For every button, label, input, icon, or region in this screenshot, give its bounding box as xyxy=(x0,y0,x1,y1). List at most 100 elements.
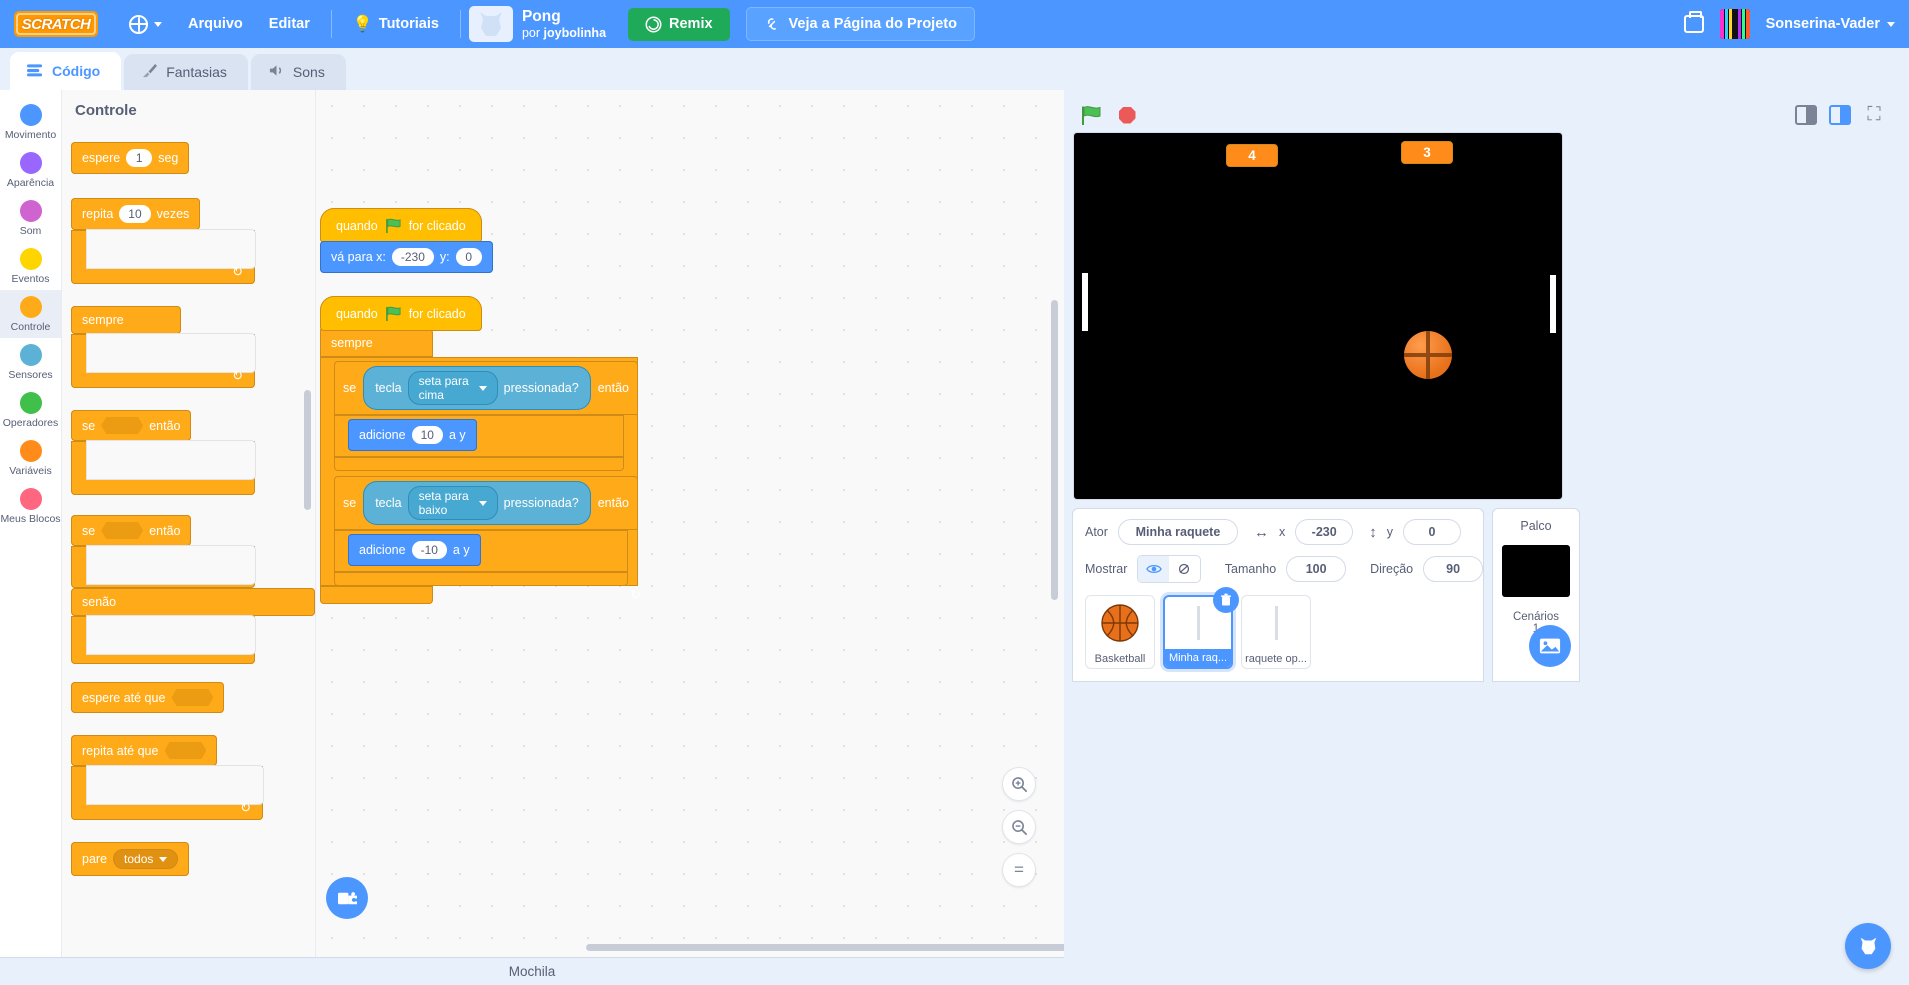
palette-block-repita[interactable]: repita 10 vezes ↻ xyxy=(71,198,315,284)
stage[interactable]: 4 3 xyxy=(1073,132,1563,500)
add-backdrop-button[interactable] xyxy=(1529,625,1571,667)
category-label: Movimento xyxy=(4,128,57,141)
tab-codigo[interactable]: Código xyxy=(10,52,122,90)
block-input-times[interactable]: 10 xyxy=(119,205,151,223)
category-sensores[interactable]: Sensores xyxy=(0,338,61,386)
stage-thumbnail[interactable] xyxy=(1502,545,1570,597)
remix-button[interactable]: Remix xyxy=(628,7,730,41)
menu-tutoriais[interactable]: 💡 Tutoriais xyxy=(340,8,452,40)
green-flag-button[interactable] xyxy=(1078,102,1104,128)
zoom-in-button[interactable] xyxy=(1002,767,1036,801)
sprite-tile-minha-raquete[interactable]: Minha raq... xyxy=(1163,587,1239,669)
boolean-slot[interactable] xyxy=(101,417,144,434)
sprite-y-input[interactable]: 0 xyxy=(1402,519,1461,545)
input-x[interactable]: -230 xyxy=(391,248,434,266)
block-label: pare xyxy=(82,852,108,866)
branch-down[interactable]: se tecla seta para baixo pressionada? en… xyxy=(334,476,638,586)
tab-fantasias[interactable]: Fantasias xyxy=(124,54,248,90)
category-variaveis[interactable]: Variáveis xyxy=(0,434,61,482)
add-extension-button[interactable] xyxy=(326,877,368,919)
folder-icon[interactable] xyxy=(1683,11,1704,33)
category-aparencia[interactable]: Aparência xyxy=(0,146,61,194)
category-dot xyxy=(19,151,42,174)
sensing-key-pressed-down[interactable]: tecla seta para baixo pressionada? xyxy=(363,481,591,525)
input-change-y-down[interactable]: -10 xyxy=(411,541,447,559)
paddle-left xyxy=(1082,273,1088,331)
boolean-slot[interactable] xyxy=(164,742,207,759)
zoom-reset-button[interactable]: = xyxy=(1002,853,1036,887)
input-change-y-up[interactable]: 10 xyxy=(411,426,443,444)
speaker-icon xyxy=(268,63,285,81)
block-head: repita até que xyxy=(71,735,218,766)
script-workspace[interactable]: quando for clicado vá para x: -230 y: 0 xyxy=(316,90,1064,957)
category-operadores[interactable]: Operadores xyxy=(0,386,61,434)
sprite-tile-raquete-oponente[interactable]: raquete op... xyxy=(1241,595,1311,669)
palette-block-espere-ate-que[interactable]: espere até que xyxy=(71,682,225,713)
palette-block-espere[interactable]: espere 1 seg xyxy=(71,142,190,174)
scratch-logo[interactable]: SCRATCH xyxy=(14,11,98,37)
stop-dropdown[interactable]: todos xyxy=(113,849,179,869)
block-forever-header[interactable]: sempre xyxy=(320,329,433,357)
if-header-down[interactable]: se tecla seta para baixo pressionada? en… xyxy=(334,476,638,530)
user-menu[interactable]: Sonserina-Vader xyxy=(1766,16,1895,32)
workspace-vertical-scrollbar[interactable] xyxy=(1051,300,1058,600)
language-selector[interactable] xyxy=(116,9,175,40)
sprite-name-input[interactable]: Minha raquete xyxy=(1117,519,1238,545)
avatar[interactable] xyxy=(1719,9,1750,39)
block-label: se xyxy=(82,418,96,433)
hat-block-when-flag-clicked[interactable]: quando for clicado xyxy=(320,208,482,243)
block-label: repita xyxy=(82,207,114,221)
boolean-slot[interactable] xyxy=(101,522,144,539)
category-movimento[interactable]: Movimento xyxy=(0,98,61,146)
menu-editar[interactable]: Editar xyxy=(256,10,323,38)
tab-sons[interactable]: Sons xyxy=(250,54,346,90)
stop-button[interactable] xyxy=(1114,102,1140,128)
palette-block-repita-ate-que[interactable]: repita até que ↻ xyxy=(71,735,315,820)
category-dot xyxy=(19,247,42,270)
block-go-to-xy[interactable]: vá para x: -230 y: 0 xyxy=(320,241,493,273)
block-input-seconds[interactable]: 1 xyxy=(126,149,153,167)
x-arrow-icon: ↔ xyxy=(1253,523,1269,541)
category-meus-blocos[interactable]: Meus Blocos xyxy=(0,482,61,530)
hat-block-when-flag-clicked-2[interactable]: quando for clicado xyxy=(320,296,482,331)
palette-block-se-entao[interactable]: se então xyxy=(71,410,315,495)
block-change-y-up[interactable]: adicione 10 a y xyxy=(348,419,477,451)
menu-arquivo[interactable]: Arquivo xyxy=(175,10,256,38)
small-stage-button[interactable] xyxy=(1795,105,1817,125)
script-1[interactable]: quando for clicado vá para x: -230 y: 0 xyxy=(320,208,493,273)
show-button[interactable] xyxy=(1138,556,1170,582)
branch-up[interactable]: se tecla seta para cima pressionada? ent… xyxy=(334,361,638,471)
backpack-bar[interactable]: Mochila xyxy=(0,957,1064,985)
block-change-y-down[interactable]: adicione -10 a y xyxy=(348,534,481,566)
sprite-tile-basketball[interactable]: Basketball xyxy=(1085,595,1155,669)
sprite-size-input[interactable]: 100 xyxy=(1286,556,1347,582)
palette-block-sempre[interactable]: sempre ↻ xyxy=(71,306,315,388)
delete-sprite-button[interactable] xyxy=(1213,587,1239,613)
input-y[interactable]: 0 xyxy=(455,248,482,266)
key-dropdown-down[interactable]: seta para baixo xyxy=(407,486,498,520)
workspace-horizontal-scrollbar[interactable] xyxy=(586,944,1064,951)
key-dropdown-up[interactable]: seta para cima xyxy=(407,371,498,405)
palette-scrollbar[interactable] xyxy=(304,390,311,510)
project-page-button[interactable]: Veja a Página do Projeto xyxy=(745,7,975,41)
sprite-direction-input[interactable]: 90 xyxy=(1423,556,1484,582)
category-controle[interactable]: Controle xyxy=(0,290,61,338)
block-label: sempre xyxy=(331,336,373,350)
large-stage-button[interactable] xyxy=(1829,105,1851,125)
fullscreen-button[interactable]: ⛶ xyxy=(1863,104,1885,125)
category-eventos[interactable]: Eventos xyxy=(0,242,61,290)
palette-block-se-senao[interactable]: se então senão xyxy=(71,515,315,664)
loop-arrow-icon: ↻ xyxy=(232,264,243,279)
block-label: senão xyxy=(82,595,117,609)
if-header-up[interactable]: se tecla seta para cima pressionada? ent… xyxy=(334,361,638,415)
hide-button[interactable] xyxy=(1169,556,1200,582)
category-som[interactable]: Som xyxy=(0,194,61,242)
palette-block-pare[interactable]: pare todos xyxy=(71,842,190,876)
zoom-out-button[interactable] xyxy=(1002,810,1036,844)
boolean-slot[interactable] xyxy=(171,689,214,706)
sprite-x-input[interactable]: -230 xyxy=(1295,519,1354,545)
add-sprite-button[interactable] xyxy=(1845,923,1891,969)
script-2[interactable]: quando for clicado sempre se tecla seta … xyxy=(320,296,641,604)
sensing-key-pressed-up[interactable]: tecla seta para cima pressionada? xyxy=(363,366,591,410)
block-palette[interactable]: Controle espere 1 seg repita 10 vezes ↻ … xyxy=(62,90,316,957)
